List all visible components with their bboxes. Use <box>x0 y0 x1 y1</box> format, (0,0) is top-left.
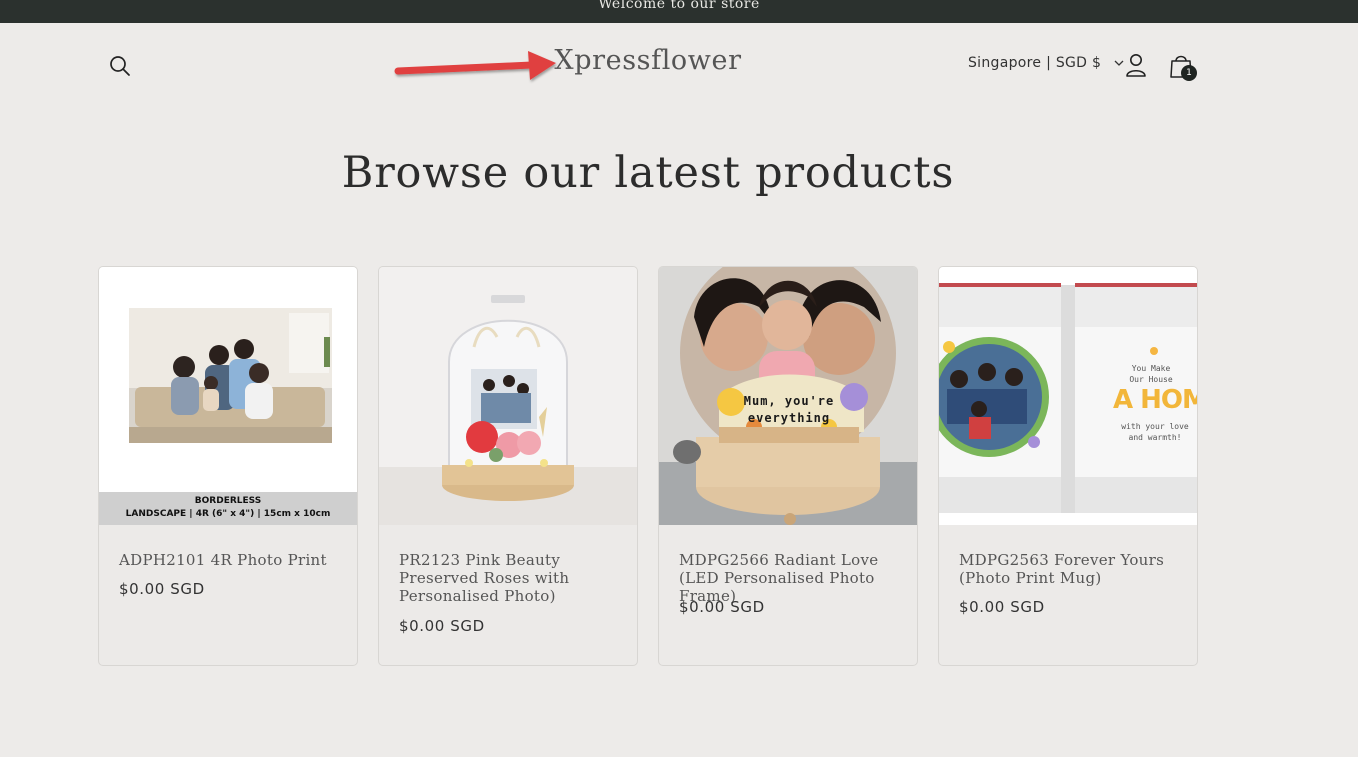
frame-text: Mum, you're everything <box>743 394 835 425</box>
product-title[interactable]: PR2123 Pink Beauty Preserved Roses with … <box>399 551 619 605</box>
product-price: $0.00 SGD <box>399 617 485 635</box>
mug-text-3: A HOME <box>1113 385 1197 415</box>
mug-text-4: with your love <box>1121 422 1189 431</box>
announcement-bar: Welcome to our store <box>0 0 1358 23</box>
mug-text-5: and warmth! <box>1128 433 1182 442</box>
print-caption-line2: LANDSCAPE | 4R (6" x 4") | 15cm x 10cm <box>125 509 331 519</box>
product-price: $0.00 SGD <box>959 598 1045 616</box>
mug-text-bottom: with your love and warmth! <box>1105 421 1197 443</box>
product-card[interactable]: PR2123 Pink Beauty Preserved Roses with … <box>378 266 638 666</box>
product-title[interactable]: ADPH2101 4R Photo Print <box>119 551 339 569</box>
country-selector[interactable]: Singapore | SGD $ <box>968 55 1124 71</box>
account-button[interactable] <box>1124 53 1148 79</box>
product-card[interactable]: Mum, you're everything MDPG2566 Radiant … <box>658 266 918 666</box>
product-title[interactable]: MDPG2566 Radiant Love (LED Personalised … <box>679 551 899 605</box>
product-price: $0.00 SGD <box>119 580 205 598</box>
mug-text-top: You Make Our House <box>1105 363 1197 385</box>
section-title: Browse our latest products <box>341 148 955 198</box>
print-caption-line1: BORDERLESS <box>194 496 262 506</box>
mug-text-1: You Make <box>1131 364 1171 373</box>
cart-count-badge: 1 <box>1181 65 1197 81</box>
country-selector-label: Singapore | SGD $ <box>968 55 1102 71</box>
product-card[interactable]: You Make Our House A HOME with your love… <box>938 266 1198 666</box>
product-title[interactable]: MDPG2563 Forever Yours (Photo Print Mug) <box>959 551 1179 587</box>
announcement-text: Welcome to our store <box>598 0 760 12</box>
product-card[interactable]: BORDERLESS LANDSCAPE | 4R (6" x 4") | 15… <box>98 266 358 666</box>
chevron-down-icon <box>1114 55 1124 71</box>
print-caption: BORDERLESS LANDSCAPE | 4R (6" x 4") | 15… <box>99 492 357 525</box>
product-image: You Make Our House A HOME with your love… <box>939 267 1197 525</box>
product-image <box>379 267 637 525</box>
product-image: BORDERLESS LANDSCAPE | 4R (6" x 4") | 15… <box>99 267 357 525</box>
account-icon <box>1126 54 1146 77</box>
mug-text-2: Our House <box>1129 375 1173 384</box>
product-price: $0.00 SGD <box>679 598 765 616</box>
product-image: Mum, you're everything <box>659 267 917 525</box>
site-header: Xpressflower Singapore | SGD $ 1 <box>0 23 1358 103</box>
